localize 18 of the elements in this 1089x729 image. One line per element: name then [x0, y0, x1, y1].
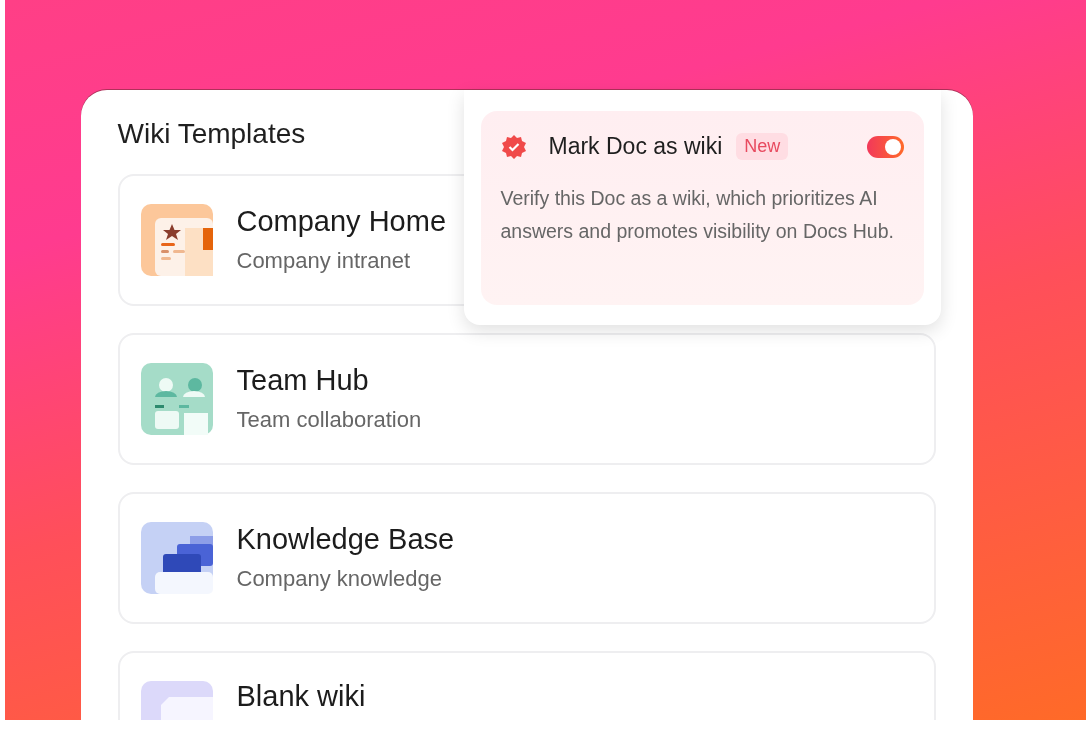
template-card[interactable]: Team Hub Team collaboration: [117, 333, 936, 465]
new-badge: New: [736, 133, 789, 160]
template-card[interactable]: Blank wiki: [117, 651, 936, 720]
template-card[interactable]: Knowledge Base Company knowledge: [117, 492, 936, 624]
template-subtitle: Company intranet: [236, 247, 412, 274]
panel-title: Wiki Templates: [117, 118, 306, 150]
option-description: Verify this Doc as a wiki, which prioritizes AI answers and promotes visibility on Docs Hub.: [500, 186, 895, 244]
template-title: Team Hub: [236, 365, 370, 397]
template-subtitle: Team collaboration: [236, 406, 422, 433]
people-icon: [140, 363, 213, 435]
template-title: Company Home: [236, 206, 447, 238]
verified-badge-icon: [500, 133, 527, 160]
template-title: Knowledge Base: [236, 524, 455, 556]
wiki-toggle[interactable]: [866, 135, 904, 158]
option-title: Mark Doc as wiki: [548, 133, 723, 160]
template-subtitle: Company knowledge: [236, 565, 443, 592]
template-title: Blank wiki: [236, 681, 366, 713]
stacked-cards-icon: [140, 522, 213, 594]
